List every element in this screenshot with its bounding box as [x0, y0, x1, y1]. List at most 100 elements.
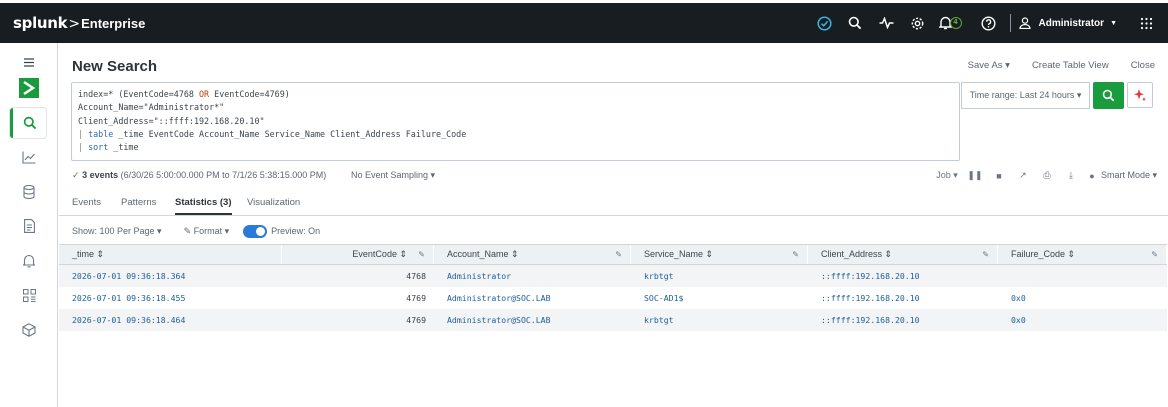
- apps-grid-icon[interactable]: [1131, 3, 1162, 43]
- tab-statistics[interactable]: Statistics (3): [175, 197, 232, 215]
- activity-icon[interactable]: [871, 3, 902, 43]
- query-args: _time: [108, 142, 139, 153]
- time-range-picker[interactable]: Time range: Last 24 hours ▾: [961, 82, 1090, 109]
- export-icon[interactable]: ⤓: [1059, 170, 1083, 181]
- rail-apps-cube-icon[interactable]: [0, 315, 58, 345]
- health-check-icon[interactable]: [809, 3, 840, 43]
- column-label: Account_Name ⇕: [447, 249, 519, 259]
- cell-eventcode[interactable]: 4769: [282, 309, 434, 331]
- search-icon[interactable]: [840, 3, 871, 43]
- search-icon: [1102, 89, 1115, 102]
- column-header-failure-code[interactable]: Failure_Code ⇕ ✎: [998, 245, 1167, 264]
- query-keyword: OR: [199, 89, 210, 99]
- rail-dashboards-icon[interactable]: [0, 280, 58, 310]
- cell-service-name[interactable]: SOC-AD1$: [631, 287, 808, 309]
- cell-client-address[interactable]: ::ffff:192.168.20.10: [808, 309, 998, 331]
- search-mode-dropdown[interactable]: Smart Mode ▾: [1101, 170, 1157, 181]
- user-menu[interactable]: Administrator ▼: [1018, 17, 1117, 29]
- column-header-service-name[interactable]: Service_Name ⇕ ✎: [631, 245, 808, 264]
- cell-service-name[interactable]: krbtgt: [631, 309, 808, 331]
- checkmark-icon: ✓: [72, 170, 80, 180]
- results-tabs: Events Patterns Statistics (3) Visualiza…: [59, 194, 1168, 216]
- cell-time[interactable]: 2026-07-01 09:36:18.364: [59, 265, 282, 287]
- stop-icon[interactable]: ■: [987, 171, 1011, 181]
- cell-client-address[interactable]: ::ffff:192.168.20.10: [808, 265, 998, 287]
- edit-pencil-icon[interactable]: ✎: [982, 250, 989, 259]
- table-header-row: _time ⇕ EventCode ⇕ ✎ Account_Name ⇕ ✎ Ser…: [59, 244, 1167, 265]
- format-label: Format ▾: [193, 225, 230, 236]
- cell-failure-code[interactable]: 0x0: [998, 287, 1167, 309]
- cell-failure-code[interactable]: [998, 265, 1167, 287]
- cell-client-address[interactable]: ::ffff:192.168.20.10: [808, 287, 998, 309]
- toggle-switch[interactable]: [243, 224, 268, 238]
- user-icon: [1018, 17, 1031, 29]
- per-page-dropdown[interactable]: Show: 100 Per Page ▾: [72, 226, 162, 237]
- settings-gear-icon[interactable]: [902, 3, 933, 43]
- event-sampling-dropdown[interactable]: No Event Sampling ▾: [351, 170, 435, 181]
- print-icon[interactable]: ⎙: [1035, 170, 1059, 181]
- cell-service-name[interactable]: krbtgt: [631, 265, 808, 287]
- cell-eventcode[interactable]: 4769: [282, 287, 434, 309]
- cell-time[interactable]: 2026-07-01 09:36:18.464: [59, 309, 282, 331]
- table-row: 2026-07-01 09:36:18.464 4769 Administrat…: [59, 309, 1167, 331]
- tab-events[interactable]: Events: [72, 197, 101, 208]
- top-navbar: splunk > Enterprise 4 Administrator ▼: [0, 0, 1168, 43]
- column-header-account-name[interactable]: Account_Name ⇕ ✎: [434, 245, 631, 264]
- query-command: table: [88, 128, 114, 139]
- rail-datasets-icon[interactable]: [0, 177, 58, 207]
- notifications-bell-icon[interactable]: 4: [933, 3, 973, 43]
- search-status-bar: ✓ 3 events (6/30/26 5:00:00.000 PM to 7/…: [72, 170, 1157, 184]
- query-line-4: | table _time EventCode Account_Name Ser…: [78, 128, 953, 141]
- share-icon[interactable]: ↗: [1011, 170, 1035, 181]
- column-header-eventcode[interactable]: EventCode ⇕ ✎: [282, 245, 434, 264]
- cell-time[interactable]: 2026-07-01 09:36:18.455: [59, 287, 282, 309]
- search-main-panel: New Search Save As ▾ Create Table View C…: [59, 43, 1168, 407]
- tab-visualization[interactable]: Visualization: [247, 197, 300, 208]
- edit-pencil-icon[interactable]: ✎: [792, 250, 799, 259]
- tab-patterns[interactable]: Patterns: [121, 197, 156, 208]
- edit-pencil-icon[interactable]: ✎: [1151, 250, 1158, 259]
- rail-reports-icon[interactable]: [0, 211, 58, 241]
- query-line-3: Client_Address="::ffff:192.168.20.10": [78, 115, 265, 126]
- search-app-logo-icon[interactable]: [0, 73, 58, 103]
- cell-eventcode[interactable]: 4768: [282, 265, 434, 287]
- rail-alerts-icon[interactable]: [0, 246, 58, 276]
- close-link[interactable]: Close: [1131, 60, 1155, 71]
- query-text: index=* (EventCode=4768: [78, 89, 200, 99]
- column-header-client-address[interactable]: Client_Address ⇕ ✎: [808, 245, 998, 264]
- ai-assistant-button[interactable]: [1127, 82, 1153, 108]
- preview-label: Preview: On: [271, 226, 321, 236]
- search-time-range: (6/30/26 5:00:00.000 PM to 7/1/26 5:38:1…: [118, 170, 327, 180]
- rail-analytics-icon[interactable]: [0, 142, 58, 172]
- column-label: Client_Address ⇕: [821, 249, 893, 259]
- create-table-view-link[interactable]: Create Table View: [1032, 60, 1109, 71]
- cell-account-name[interactable]: Administrator: [434, 265, 631, 287]
- save-as-menu[interactable]: Save As ▾: [968, 60, 1010, 71]
- splunk-logo[interactable]: splunk > Enterprise: [13, 14, 145, 32]
- edit-pencil-icon[interactable]: ✎: [418, 250, 425, 259]
- cell-account-name[interactable]: Administrator@SOC.LAB: [434, 309, 631, 331]
- rail-search-icon[interactable]: [10, 108, 46, 138]
- column-header-time[interactable]: _time ⇕: [59, 245, 282, 264]
- query-line-1: index=* (EventCode=4768 OR EventCode=476…: [78, 88, 953, 101]
- pause-icon[interactable]: ❚❚: [963, 170, 987, 181]
- preview-toggle[interactable]: Preview: On: [243, 224, 321, 238]
- edit-pencil-icon[interactable]: ✎: [615, 250, 622, 259]
- user-name: Administrator: [1038, 17, 1105, 29]
- notification-count-badge: 4: [949, 17, 962, 29]
- brand-logo-text: splunk: [13, 14, 68, 32]
- job-menu[interactable]: Job ▾: [931, 170, 963, 181]
- search-query-editor[interactable]: index=* (EventCode=4768 OR EventCode=476…: [71, 82, 960, 161]
- table-row: 2026-07-01 09:36:18.364 4768 Administrat…: [59, 265, 1167, 287]
- brand-product-name: Enterprise: [81, 16, 146, 31]
- help-icon[interactable]: [973, 3, 1004, 43]
- table-body: 2026-07-01 09:36:18.364 4768 Administrat…: [59, 265, 1167, 331]
- chevron-down-icon: ▼: [1110, 19, 1117, 27]
- cell-failure-code[interactable]: 0x0: [998, 309, 1167, 331]
- cell-account-name[interactable]: Administrator@SOC.LAB: [434, 287, 631, 309]
- run-search-button[interactable]: [1093, 82, 1124, 109]
- event-count: 3 events: [82, 170, 119, 180]
- format-menu[interactable]: ✎ Format ▾: [184, 226, 230, 237]
- topbar-divider: [1009, 14, 1011, 32]
- query-args: _time EventCode Account_Name Service_Nam…: [113, 128, 467, 139]
